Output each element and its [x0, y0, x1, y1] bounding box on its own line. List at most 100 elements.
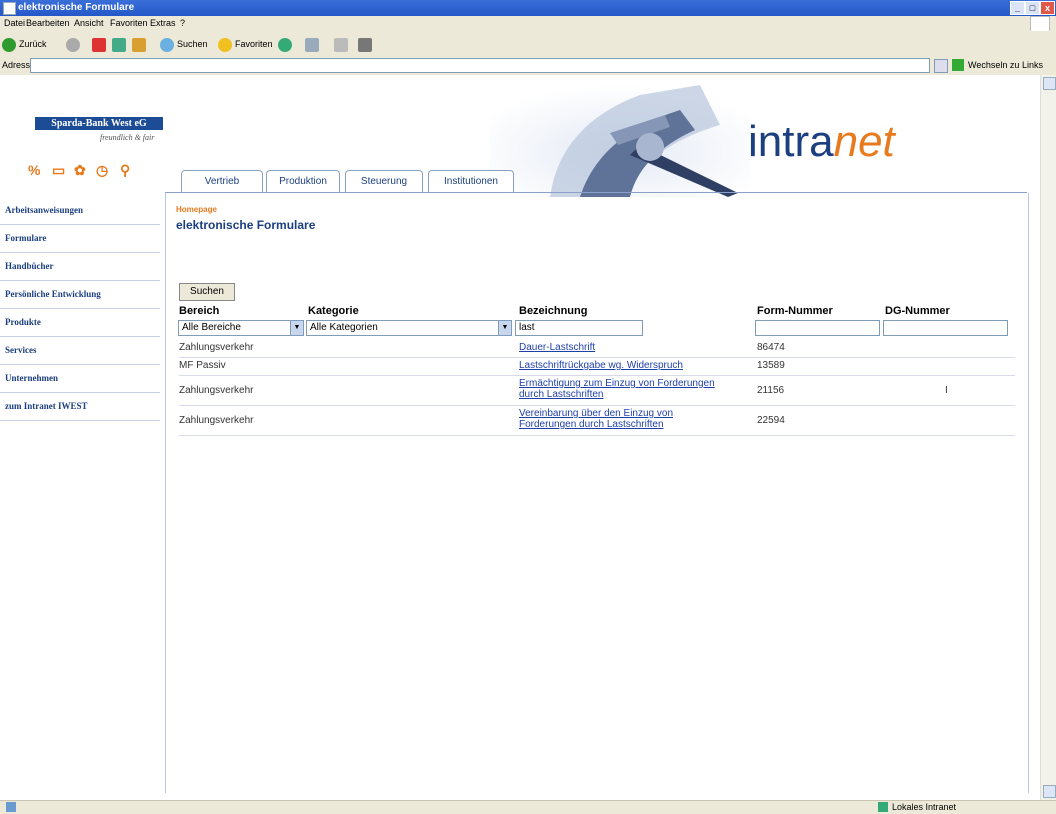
vertical-scrollbar[interactable] [1040, 75, 1056, 800]
home-icon [132, 37, 146, 52]
settings-icon[interactable]: ✿ [74, 163, 88, 177]
ie-page-icon [3, 2, 16, 15]
scroll-up-icon[interactable] [1043, 77, 1056, 90]
cell-form-nummer: 13589 [757, 360, 785, 371]
search-button[interactable]: Suchen [179, 283, 235, 301]
cell-bezeichnung-link[interactable]: Lastschriftrückgabe wg. Widerspruch [519, 360, 683, 371]
sidebar-item-arbeitsanweisungen[interactable]: Arbeitsanweisungen [0, 197, 160, 225]
sidebar-item-intranet-iwest[interactable]: zum Intranet IWEST [0, 393, 160, 421]
stop-button[interactable] [92, 35, 109, 53]
column-header-form-nummer: Form-Nummer [757, 305, 833, 317]
print-button[interactable] [334, 35, 351, 53]
cell-dg-nummer: I [945, 385, 948, 396]
menu-datei[interactable]: Datei [4, 18, 25, 28]
windows-logo-icon [1030, 16, 1050, 32]
menu-help[interactable]: ? [180, 18, 185, 28]
scroll-down-icon[interactable] [1043, 785, 1056, 798]
close-button[interactable]: x [1040, 1, 1055, 15]
compass-image [490, 85, 750, 197]
sidebar-item-persoenliche-entwicklung[interactable]: Persönliche Entwicklung [0, 281, 160, 309]
forward-button[interactable] [66, 35, 83, 53]
cell-bereich: Zahlungsverkehr [179, 385, 254, 396]
browser-toolbar: Zurück Suchen Favoriten [0, 31, 1056, 58]
address-dropdown-icon[interactable] [934, 59, 948, 73]
go-button[interactable]: Wechseln zu [968, 60, 1019, 70]
intranet-wordmark: intranet [748, 117, 895, 166]
cell-form-nummer: 86474 [757, 342, 785, 353]
home-button[interactable] [132, 35, 149, 53]
column-header-kategorie: Kategorie [308, 305, 359, 317]
cell-bereich: MF Passiv [179, 360, 226, 371]
print-icon [334, 37, 348, 52]
menu-favoriten[interactable]: Favoriten [110, 18, 148, 28]
sidebar-item-handbuecher[interactable]: Handbücher [0, 253, 160, 281]
search-icon[interactable]: ⚲ [120, 163, 134, 177]
table-row: Zahlungsverkehr Ermächtigung zum Einzug … [179, 375, 1015, 406]
sidebar-item-unternehmen[interactable]: Unternehmen [0, 365, 160, 393]
cell-form-nummer: 22594 [757, 415, 785, 426]
folder-icon[interactable]: ▭ [52, 163, 66, 177]
bank-slogan: freundlich & fair [100, 133, 155, 142]
sidebar-item-formulare[interactable]: Formulare [0, 225, 160, 253]
sidebar: Arbeitsanweisungen Formulare Handbücher … [0, 197, 160, 421]
form-nummer-input[interactable] [755, 320, 880, 336]
table-row: MF Passiv Lastschriftrückgabe wg. Widers… [179, 357, 1015, 376]
bezeichnung-input[interactable]: last [515, 320, 643, 336]
search-icon [160, 37, 174, 52]
chevron-down-icon: ▼ [290, 321, 303, 335]
edit-button[interactable] [358, 35, 375, 53]
maximize-button[interactable]: □ [1025, 1, 1040, 15]
cell-bezeichnung-link[interactable]: Dauer-Lastschrift [519, 342, 595, 353]
search-button[interactable]: Suchen [160, 35, 208, 53]
sidebar-item-produkte[interactable]: Produkte [0, 309, 160, 337]
tab-vertrieb[interactable]: Vertrieb [181, 170, 263, 193]
bank-logo[interactable]: Sparda-Bank West eG [35, 117, 163, 130]
mail-icon [305, 37, 319, 52]
bereich-select[interactable]: Alle Bereiche ▼ [178, 320, 304, 336]
kategorie-select[interactable]: Alle Kategorien ▼ [306, 320, 512, 336]
status-zone-text: Lokales Intranet [892, 802, 957, 812]
menu-extras[interactable]: Extras [150, 18, 176, 28]
favorites-button[interactable]: Favoriten [218, 35, 273, 53]
column-header-bereich: Bereich [179, 305, 220, 317]
links-button[interactable]: Links [1022, 60, 1043, 70]
table-row: Zahlungsverkehr Vereinbarung über den Ei… [179, 405, 1015, 436]
refresh-button[interactable] [112, 35, 129, 53]
page-status-icon [6, 802, 16, 812]
tab-steuerung[interactable]: Steuerung [345, 170, 423, 193]
window-titlebar: elektronische Formulare _ □ x [0, 0, 1056, 16]
tab-institutionen[interactable]: Institutionen [428, 170, 514, 193]
clock-icon[interactable]: ◷ [96, 163, 110, 177]
percent-icon[interactable]: % [28, 163, 42, 177]
sidebar-item-services[interactable]: Services [0, 337, 160, 365]
stop-icon [92, 37, 106, 52]
column-header-bezeichnung: Bezeichnung [519, 305, 588, 317]
status-bar: Lokales Intranet [0, 800, 1056, 814]
edit-icon [358, 37, 372, 52]
refresh-icon [112, 37, 126, 52]
cell-form-nummer: 21156 [757, 385, 785, 396]
breadcrumb[interactable]: Homepage [176, 205, 217, 214]
mail-button[interactable] [305, 35, 322, 53]
menu-bar: Datei Bearbeiten Ansicht Favoriten Extra… [0, 16, 1056, 32]
intranet-zone-icon [878, 802, 888, 812]
cell-bereich: Zahlungsverkehr [179, 415, 254, 426]
cell-bezeichnung-link[interactable]: Vereinbarung über den Einzug von Forderu… [519, 408, 673, 430]
history-button[interactable] [278, 35, 295, 53]
back-arrow-icon [2, 37, 16, 52]
menu-ansicht[interactable]: Ansicht [74, 18, 104, 28]
history-icon [278, 37, 292, 52]
dg-nummer-input[interactable] [883, 320, 1008, 336]
cell-bereich: Zahlungsverkehr [179, 342, 254, 353]
web-page: Sparda-Bank West eG freundlich & fair % … [0, 75, 1040, 800]
tab-produktion[interactable]: Produktion [266, 170, 340, 193]
cell-bezeichnung-link[interactable]: Ermächtigung zum Einzug von Forderungen … [519, 378, 715, 400]
column-header-dg-nummer: DG-Nummer [885, 305, 950, 317]
table-row: Zahlungsverkehr Dauer-Lastschrift 86474 [179, 339, 1015, 358]
go-arrow-icon [952, 59, 964, 71]
address-input[interactable] [30, 58, 930, 73]
window-title: elektronische Formulare [18, 2, 135, 13]
minimize-button[interactable]: _ [1010, 1, 1025, 15]
back-button[interactable]: Zurück [2, 35, 47, 53]
menu-bearbeiten[interactable]: Bearbeiten [26, 18, 70, 28]
